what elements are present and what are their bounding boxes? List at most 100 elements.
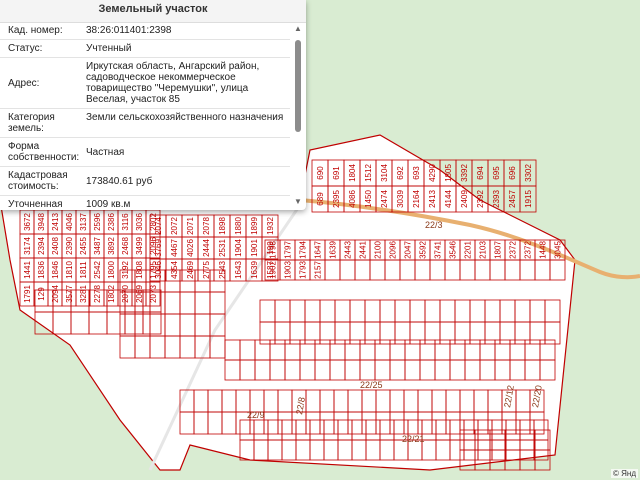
plot-number-label: 1932 [266, 217, 275, 235]
panel-scrollbar[interactable]: ▲ ▼ [292, 24, 304, 206]
plot-number-label: 3499 [135, 237, 144, 255]
info-label: Кад. номер: [8, 25, 63, 36]
plot-number-label: 3174 [23, 237, 32, 255]
plot-number-label: 2386 [107, 213, 116, 231]
plot-number-label: 3039 [396, 190, 405, 208]
plot-number-label: 1899 [250, 217, 259, 235]
plot-number-label: 1800 [107, 261, 116, 279]
plot-number-label: 2071 [186, 217, 195, 235]
plot-number-label: 3302 [524, 164, 533, 182]
plot-number-label: 1793 [299, 261, 308, 279]
plot-number-label: 3577 [65, 285, 74, 303]
plot-number-label: 1450 [364, 190, 373, 208]
plot-number-label: 693 [412, 166, 421, 180]
plot-number-label: 2413 [428, 190, 437, 208]
plot-number-label: 3741 [434, 241, 443, 259]
plot-number-label: 2409 [460, 190, 469, 208]
plot-number-label: 2542 [93, 261, 102, 279]
info-row-cadastral-number: Кад. номер: 38:26:011401:2398 [0, 22, 290, 40]
scroll-up-arrow-icon[interactable]: ▲ [294, 24, 302, 33]
plot-number-label: 1898 [218, 217, 227, 235]
info-label: Уточненная площадь: [8, 199, 63, 210]
plot-number-label: 2394 [37, 237, 46, 255]
plot-number-label: 2468 [121, 237, 130, 255]
plot-number-label: 3769 [154, 239, 163, 257]
plot-number-label: 4144 [444, 190, 453, 208]
info-row-area: Уточненная площадь: 1009 кв.м [0, 196, 290, 210]
plot-number-label: 1647 [314, 241, 323, 259]
parcel-info-panel: Земельный участок Кад. номер: 38:26:0114… [0, 0, 306, 210]
map-copyright: © Янд [611, 469, 638, 478]
info-label: Адрес: [8, 77, 40, 89]
panel-body[interactable]: Кад. номер: 38:26:011401:2398 Статус: Уч… [0, 22, 290, 210]
plot-number-label: 2443 [344, 241, 353, 259]
street-label: 22/25 [360, 380, 383, 390]
scroll-down-arrow-icon[interactable]: ▼ [294, 197, 302, 206]
plot-number-label: 1807 [494, 241, 503, 259]
plot-number-label: 1798 [269, 241, 278, 259]
plot-number-label: 2596 [93, 213, 102, 231]
plot-number-label: 3487 [93, 237, 102, 255]
plot-number-label: 1901 [250, 239, 259, 257]
plot-number-label: 3137 [79, 213, 88, 231]
plot-number-label: 690 [316, 166, 325, 180]
plot-number-label: 2074 [154, 217, 163, 235]
plot-number-label: 3672 [23, 213, 32, 231]
plot-number-label: 3281 [79, 285, 88, 303]
plot-number-label: 1805 [444, 164, 453, 182]
plot-number-label: 692 [396, 166, 405, 180]
scroll-thumb[interactable] [295, 40, 301, 132]
street-label: 22/21 [402, 434, 425, 444]
street-label: 22/3 [425, 220, 443, 230]
info-row-ownership: Форма собственности: Частная [0, 138, 290, 167]
plot-number-label: 2395 [332, 190, 341, 208]
plot-number-label: 3546 [449, 241, 458, 259]
info-value: Земли сельскохозяйственного назначения [86, 112, 284, 123]
plot-number-label: 3392 [460, 164, 469, 182]
plot-number-label: 2278 [93, 285, 102, 303]
info-value: 1009 кв.м [86, 199, 131, 210]
street-label: 22/9 [247, 410, 265, 420]
plot-number-label: 3045 [554, 241, 563, 259]
plot-number-label: 2413 [51, 213, 60, 231]
plot-number-label: 689 [316, 192, 325, 206]
plot-number-label: 2390 [65, 237, 74, 255]
info-row-land-category: Категория земель: Земли сельскохозяйстве… [0, 109, 290, 138]
plot-number-label: 4467 [170, 239, 179, 257]
plot-number-label: 2408 [51, 237, 60, 255]
plot-number-label: 2164 [412, 190, 421, 208]
plot-number-label: 2072 [170, 217, 179, 235]
plot-number-label: 4086 [348, 190, 357, 208]
plot-number-label: 3036 [135, 213, 144, 231]
plot-number-label: 1639 [329, 241, 338, 259]
plot-number-label: 2393 [492, 190, 501, 208]
plot-number-label: 2094 [51, 285, 60, 303]
plot-number-label: 3592 [419, 241, 428, 259]
plot-number-label: 2103 [479, 241, 488, 259]
panel-title: Земельный участок [0, 0, 306, 23]
plot-number-label: 2372 [524, 241, 533, 259]
plot-number-label: 1846 [51, 261, 60, 279]
info-value: Иркутская область, Ангарский район, садо… [86, 61, 260, 105]
plot-number-label: 1639 [250, 261, 259, 279]
plot-number-label: 1794 [299, 241, 308, 259]
plot-number-label: 2078 [202, 217, 211, 235]
info-value: 173840.61 руб [86, 175, 153, 187]
plot-number-label: 2201 [464, 241, 473, 259]
info-label: Форма собственности: [8, 141, 80, 163]
plot-number-label: 129 [37, 287, 46, 301]
info-value: 38:26:011401:2398 [86, 25, 172, 36]
plot-number-label: 1836 [37, 261, 46, 279]
plot-number-label: 1902 [269, 261, 278, 279]
plot-number-label: 1448 [539, 241, 548, 259]
info-value: Учтенный [86, 43, 132, 54]
plot-number-label: 696 [508, 166, 517, 180]
plot-number-label: 4290 [428, 164, 437, 182]
plot-number-label: 1904 [234, 239, 243, 257]
info-row-address: Адрес: Иркутская область, Ангарский райо… [0, 58, 290, 109]
plot-number-label: 3948 [37, 213, 46, 231]
plot-number-label: 1512 [364, 164, 373, 182]
plot-number-label: 4026 [186, 239, 195, 257]
info-label: Категория земель: [8, 112, 55, 134]
plot-number-label: 2392 [476, 190, 485, 208]
